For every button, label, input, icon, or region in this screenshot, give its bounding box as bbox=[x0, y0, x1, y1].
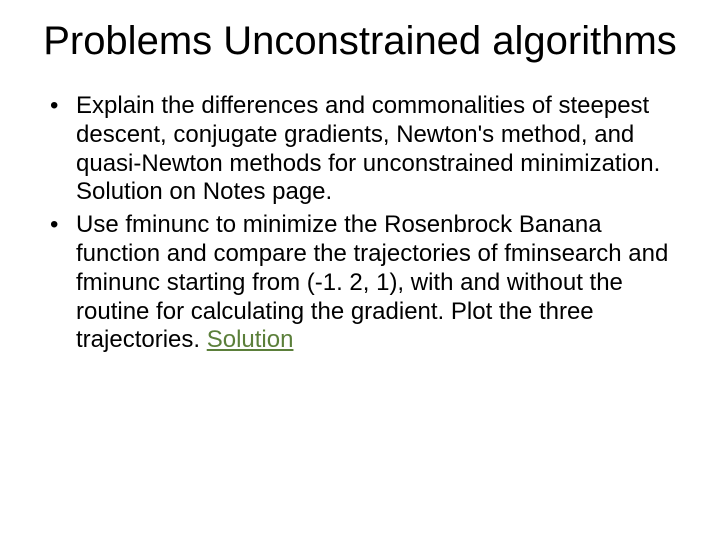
bullet-list: Explain the differences and commonalitie… bbox=[30, 92, 690, 355]
solution-link[interactable]: Solution bbox=[207, 326, 294, 353]
list-item: Explain the differences and commonalitie… bbox=[50, 92, 680, 207]
slide-title: Problems Unconstrained algorithms bbox=[30, 18, 690, 64]
list-item: Use fminunc to minimize the Rosenbrock B… bbox=[50, 211, 680, 355]
bullet-text: Use fminunc to minimize the Rosenbrock B… bbox=[76, 211, 668, 353]
bullet-text: Explain the differences and commonalitie… bbox=[76, 92, 660, 205]
slide: Problems Unconstrained algorithms Explai… bbox=[0, 0, 720, 540]
